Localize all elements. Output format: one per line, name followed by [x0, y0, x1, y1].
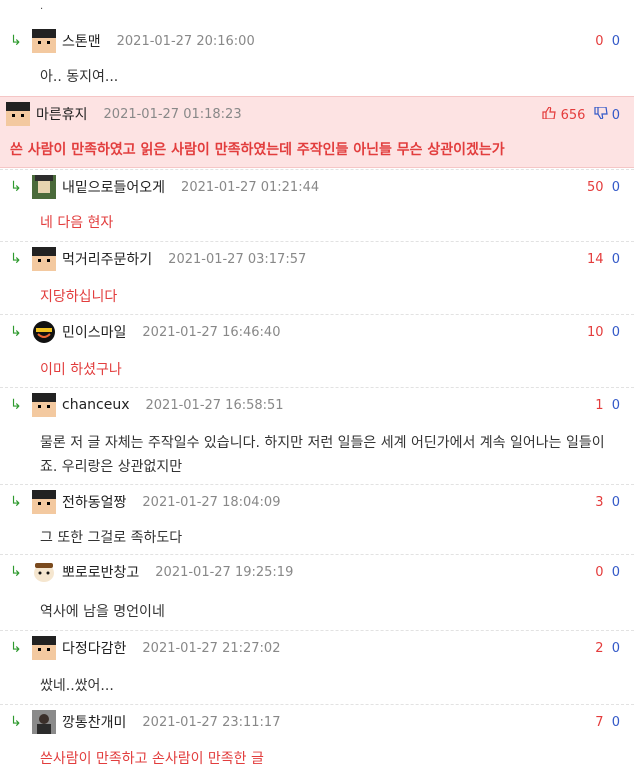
comment-item: ↳ 깡통찬개미 2021-01-27 23:11:17 7 0 쓴사람이 만족하…: [0, 704, 634, 771]
comment-item: ↳ 먹거리주문하기 2021-01-27 03:17:57 14 0 지당하십니…: [0, 241, 634, 314]
downvote-count[interactable]: 0: [612, 715, 620, 730]
avatar[interactable]: [32, 710, 56, 734]
downvote-count[interactable]: 0: [612, 325, 620, 340]
avatar[interactable]: [32, 490, 56, 514]
avatar[interactable]: [32, 247, 56, 271]
timestamp: 2021-01-27 23:11:17: [142, 714, 281, 730]
downvote-count[interactable]: 0: [612, 641, 620, 656]
nickname[interactable]: 내밑으로들어오게: [62, 177, 165, 197]
reply-arrow-icon: ↳: [10, 324, 22, 340]
timestamp: 2021-01-27 20:16:00: [116, 33, 255, 49]
upvote-count[interactable]: 1: [595, 398, 603, 413]
avatar[interactable]: [32, 393, 56, 417]
vote-counts: 7 0: [595, 715, 620, 730]
upvote-count[interactable]: 0: [595, 34, 603, 49]
downvote-count[interactable]: 0: [612, 252, 620, 267]
thumb-up-icon[interactable]: [542, 106, 557, 123]
nickname[interactable]: 먹거리주문하기: [62, 249, 152, 269]
comment-item: ↳ 내밑으로들어오게 2021-01-27 01:21:44 50 0 네 다음…: [0, 169, 634, 241]
vote-counts: 1 0: [595, 398, 620, 413]
comment-item: ↳ 민이스마일 2021-01-27 16:46:40 10 0 이미 하셨구나: [0, 314, 634, 387]
upvote-count[interactable]: 10: [587, 325, 604, 340]
comment-text: 아.. 동지여...: [40, 69, 119, 85]
comment-text: 물론 저 글 자체는 주작일수 있습니다. 하지만 저런 일들은 세계 어딘가에…: [40, 435, 605, 475]
reply-arrow-icon: ↳: [10, 397, 22, 413]
downvote-count[interactable]: 0: [612, 565, 620, 580]
upvote-count[interactable]: 14: [587, 252, 604, 267]
nickname[interactable]: 깡통찬개미: [62, 712, 126, 732]
avatar[interactable]: [32, 29, 56, 53]
timestamp: 2021-01-27 16:58:51: [145, 397, 284, 413]
downvote-count[interactable]: 0: [612, 398, 620, 413]
nickname[interactable]: 뽀로로반창고: [62, 562, 139, 582]
nickname[interactable]: 민이스마일: [62, 322, 126, 342]
comment-text: 지당하십니다: [40, 289, 118, 305]
vote-counts: 656 0: [542, 106, 620, 123]
vote-counts: 0 0: [595, 565, 620, 580]
comment-text: 쓴 사람이 만족하였고 읽은 사람이 만족하였는데 주작인들 아닌들 무슨 상관…: [10, 142, 505, 158]
reply-arrow-icon: ↳: [10, 564, 22, 580]
upvote-count[interactable]: 656: [561, 108, 586, 123]
vote-counts: 50 0: [587, 180, 620, 195]
timestamp: 2021-01-27 01:18:23: [103, 106, 242, 122]
nickname[interactable]: 스톤맨: [62, 31, 101, 51]
timestamp: 2021-01-27 16:46:40: [142, 324, 281, 340]
reply-arrow-icon: ↳: [10, 494, 22, 510]
downvote-count[interactable]: 0: [612, 108, 620, 123]
avatar[interactable]: [32, 560, 56, 584]
comment-text: 역사에 남을 명언이네: [40, 604, 165, 620]
timestamp: 2021-01-27 03:17:57: [168, 251, 307, 267]
nickname[interactable]: 다정다감한: [62, 638, 126, 658]
nickname[interactable]: 마른휴지: [36, 104, 88, 124]
upvote-count[interactable]: 3: [595, 495, 603, 510]
upvote-count[interactable]: 50: [587, 180, 604, 195]
reply-arrow-icon: ↳: [10, 179, 22, 195]
avatar[interactable]: [6, 102, 30, 126]
avatar[interactable]: [32, 636, 56, 660]
reply-arrow-icon: ↳: [10, 714, 22, 730]
comment-text: 네 다음 현자: [40, 215, 114, 231]
timestamp: 2021-01-27 01:21:44: [181, 179, 320, 195]
timestamp: 2021-01-27 19:25:19: [155, 564, 294, 580]
vote-counts: 0 0: [595, 34, 620, 49]
comment-text: 이미 하셨구나: [40, 362, 122, 378]
timestamp: 2021-01-27 18:04:09: [142, 494, 281, 510]
comment-text: 쓴사람이 만족하고 손사람이 만족한 글: [40, 751, 264, 767]
avatar[interactable]: [32, 175, 56, 199]
vote-counts: 14 0: [587, 252, 620, 267]
thumb-down-icon[interactable]: [593, 106, 608, 123]
comment-text: 그 또한 그걸로 족하도다: [40, 530, 183, 546]
nickname[interactable]: chanceux: [62, 397, 130, 413]
reply-arrow-icon: ↳: [10, 251, 22, 267]
best-comment: 마른휴지 2021-01-27 01:18:23 656 0 쓴 사람이 만족하…: [0, 96, 634, 168]
timestamp: 2021-01-27 21:27:02: [142, 640, 281, 656]
upvote-count[interactable]: 0: [595, 565, 603, 580]
comment-item: ↳ 스톤맨 2021-01-27 20:16:00 0 0 아.. 동지여...: [0, 24, 634, 96]
comment-item: ↳ chanceux 2021-01-27 16:58:51 1 0 물론 저 …: [0, 387, 634, 484]
vote-counts: 2 0: [595, 641, 620, 656]
avatar[interactable]: [32, 320, 56, 344]
downvote-count[interactable]: 0: [612, 34, 620, 49]
vote-counts: 10 0: [587, 325, 620, 340]
comment-item: ↳ 전하동얼짱 2021-01-27 18:04:09 3 0 그 또한 그걸로…: [0, 484, 634, 554]
upvote-count[interactable]: 2: [595, 641, 603, 656]
downvote-count[interactable]: 0: [612, 495, 620, 510]
comment-text: 쌌네..쌌어...: [40, 678, 114, 694]
upvote-count[interactable]: 7: [595, 715, 603, 730]
nickname[interactable]: 전하동얼짱: [62, 492, 126, 512]
comment-item: ↳ 뽀로로반창고 2021-01-27 19:25:19 0 0 역사에 남을 …: [0, 554, 634, 630]
comment-item: ↳ 다정다감한 2021-01-27 21:27:02 2 0 쌌네..쌌어..…: [0, 630, 634, 704]
reply-arrow-icon: ↳: [10, 640, 22, 656]
top-dot: ·: [40, 4, 44, 15]
downvote-count[interactable]: 0: [612, 180, 620, 195]
vote-counts: 3 0: [595, 495, 620, 510]
reply-arrow-icon: ↳: [10, 33, 22, 49]
